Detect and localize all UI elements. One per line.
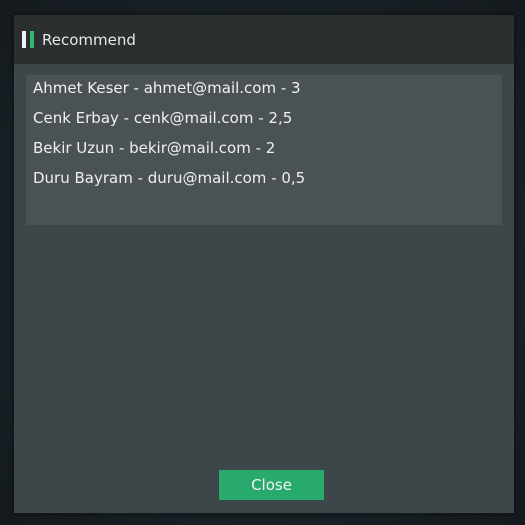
title-bar[interactable]: Recommend (14, 15, 514, 64)
recommend-dialog: Recommend Ahmet Keser - ahmet@mail.com -… (14, 15, 514, 513)
close-button[interactable]: Close (219, 470, 324, 500)
recommendation-list[interactable]: Ahmet Keser - ahmet@mail.com - 3 Cenk Er… (26, 75, 502, 225)
window-title: Recommend (42, 31, 136, 49)
list-item[interactable]: Cenk Erbay - cenk@mail.com - 2,5 (33, 109, 292, 127)
list-item[interactable]: Duru Bayram - duru@mail.com - 0,5 (33, 169, 305, 187)
list-item[interactable]: Bekir Uzun - bekir@mail.com - 2 (33, 139, 275, 157)
app-logo-icon (22, 31, 34, 48)
list-item[interactable]: Ahmet Keser - ahmet@mail.com - 3 (33, 79, 301, 97)
